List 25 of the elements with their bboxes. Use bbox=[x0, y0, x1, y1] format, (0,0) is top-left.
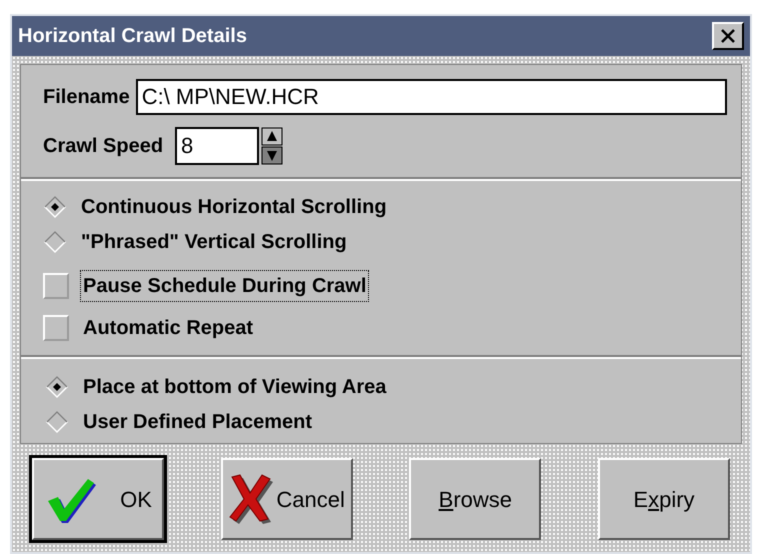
checkbox[interactable] bbox=[43, 315, 69, 341]
radio-button[interactable] bbox=[45, 410, 69, 434]
radio-label: Place at bottom of Viewing Area bbox=[83, 374, 386, 400]
filename-label: Filename bbox=[43, 85, 130, 110]
crawl-speed-label: Crawl Speed bbox=[43, 134, 164, 159]
radio-button[interactable] bbox=[43, 230, 67, 254]
radio-button[interactable] bbox=[43, 194, 67, 218]
radio-label: Continuous Horizontal Scrolling bbox=[81, 194, 387, 220]
radio-label: User Defined Placement bbox=[83, 410, 312, 434]
cancel-button[interactable]: Cancel bbox=[220, 458, 353, 540]
ok-button[interactable]: OK bbox=[32, 458, 164, 540]
radio-label: "Phrased" Vertical Scrolling bbox=[81, 230, 347, 254]
cross-icon bbox=[228, 473, 274, 525]
dialog-button[interactable]: Browse bbox=[409, 458, 542, 540]
radio-button[interactable] bbox=[45, 374, 69, 398]
close-button[interactable] bbox=[712, 22, 744, 50]
checkbox[interactable] bbox=[43, 273, 69, 299]
window-title: Horizontal Crawl Details bbox=[18, 24, 247, 49]
close-icon bbox=[720, 28, 736, 44]
spinner-arrows-icon[interactable] bbox=[261, 127, 284, 165]
filename-field[interactable]: C:\ MP\NEW.HCR bbox=[136, 79, 727, 115]
checkbox-label: Pause Schedule During Crawl bbox=[81, 271, 368, 301]
dialog-button[interactable]: Expiry bbox=[598, 458, 730, 540]
crawl-speed-field[interactable]: 8 bbox=[175, 127, 260, 165]
checkbox-label: Automatic Repeat bbox=[82, 316, 254, 341]
